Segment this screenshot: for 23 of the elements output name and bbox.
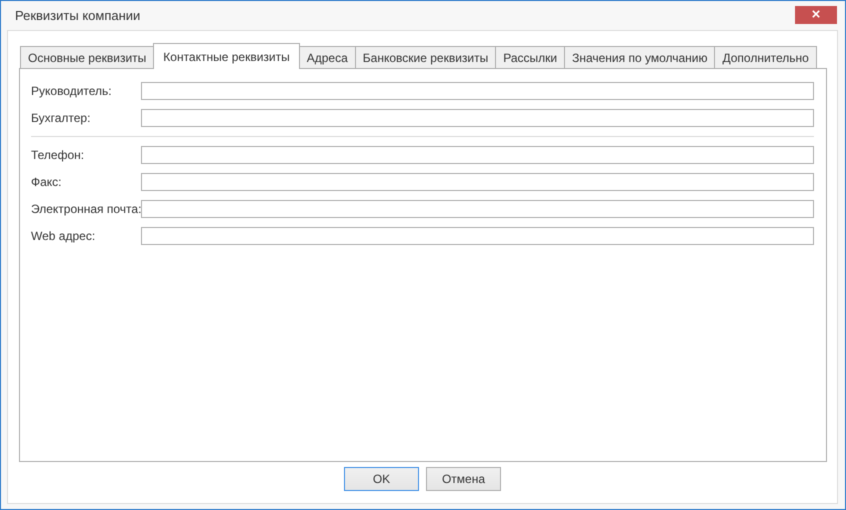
input-field[interactable]	[141, 146, 814, 164]
field-label: Факс:	[31, 174, 63, 188]
input-field[interactable]	[141, 108, 814, 126]
dialog-button[interactable]: OK	[344, 467, 419, 491]
input-field[interactable]	[141, 82, 814, 100]
tab[interactable]: Адреса	[298, 46, 356, 68]
close-button[interactable]: ×	[795, 6, 837, 24]
field-label: Бухгалтер:	[31, 110, 92, 124]
tab[interactable]: Контактные реквизиты	[153, 43, 300, 69]
input-field[interactable]	[141, 200, 814, 218]
tab[interactable]: Банковские реквизиты	[354, 46, 496, 68]
field-label: Электронная почта:	[31, 202, 141, 216]
input-field[interactable]	[141, 226, 814, 244]
window-title: Реквизиты компании	[15, 8, 140, 23]
tab[interactable]: Основные реквизиты	[20, 46, 154, 68]
input-field[interactable]	[141, 172, 814, 190]
tab[interactable]: Рассылки	[495, 46, 566, 68]
tab[interactable]: Дополнительно	[714, 46, 817, 68]
field-label: Web адрес:	[31, 228, 96, 242]
field-label: Телефон:	[31, 148, 86, 162]
tab[interactable]: Значения по умолчанию	[564, 46, 716, 68]
dialog-button[interactable]: Отмена	[426, 467, 501, 491]
field-label: Руководитель:	[31, 84, 113, 98]
